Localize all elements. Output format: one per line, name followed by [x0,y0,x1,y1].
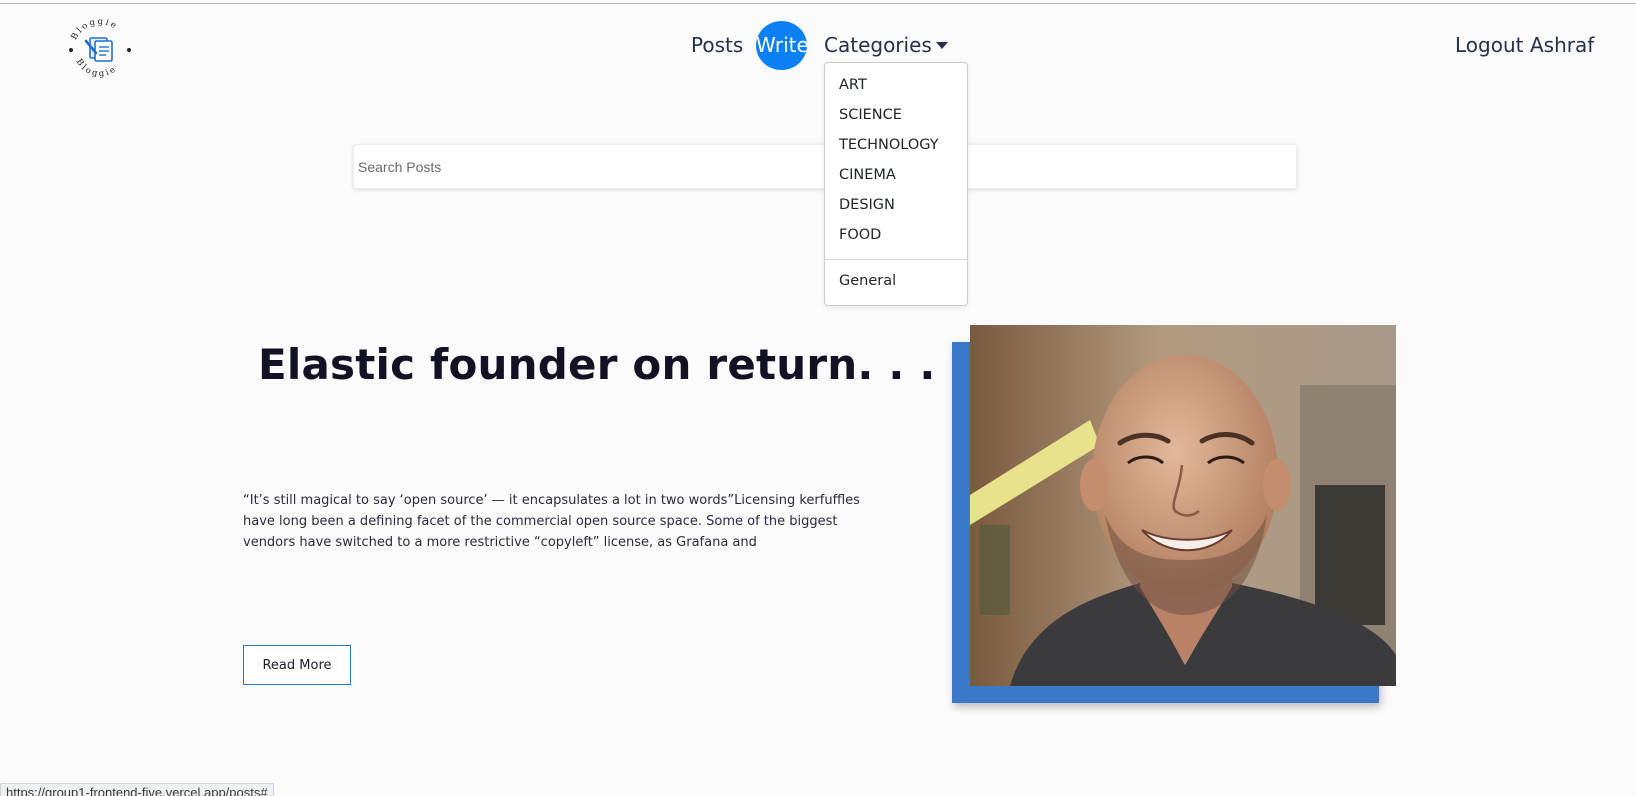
nav-posts-link[interactable]: Posts [691,30,743,60]
categories-dropdown-menu: ART SCIENCE TECHNOLOGY CINEMA DESIGN FOO… [824,62,968,306]
category-item-cinema[interactable]: CINEMA [839,167,896,183]
category-item-technology[interactable]: TECHNOLOGY [839,137,939,153]
document-pencil-icon [84,37,113,62]
dropdown-divider [825,259,967,260]
category-item-science[interactable]: SCIENCE [839,107,902,123]
category-item-general[interactable]: General [839,273,896,289]
category-item-food[interactable]: FOOD [839,227,881,243]
nav-categories-dropdown[interactable]: Categories [824,30,948,60]
read-more-button[interactable]: Read More [243,645,351,685]
nav-logout-link[interactable]: Logout [1455,30,1523,60]
nav-write-button[interactable]: Write [756,21,809,70]
window-top-border [0,3,1636,4]
category-item-art[interactable]: ART [839,77,867,93]
post-excerpt: “It’s still magical to say ‘open source’… [243,493,860,550]
bloggie-logo[interactable]: Bloggie Bloggie [62,10,138,86]
browser-status-url: https://group1-frontend-five.vercel.app/… [0,783,274,796]
post-image [970,325,1396,686]
nav-categories-label: Categories [824,33,932,57]
caret-down-icon [935,41,948,49]
category-item-design[interactable]: DESIGN [839,197,895,213]
nav-user-name[interactable]: Ashraf [1530,30,1594,60]
post-title: Elastic founder on return. . . . [258,340,967,389]
